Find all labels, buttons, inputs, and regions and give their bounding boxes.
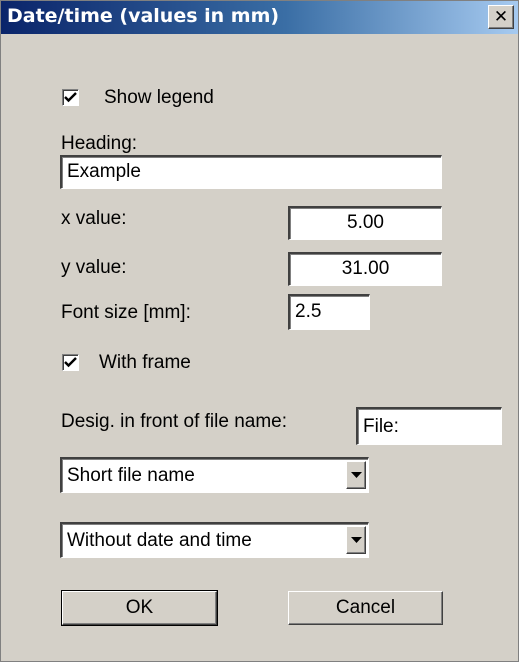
- date-time-select-value: Without date and time: [67, 530, 252, 551]
- title-bar[interactable]: Date/time (values in mm) ✕: [1, 1, 518, 34]
- date-time-dropdown-button[interactable]: [346, 526, 366, 554]
- cancel-button[interactable]: Cancel: [288, 591, 443, 625]
- y-value-label: y value:: [61, 257, 127, 278]
- designation-label: Desig. in front of file name:: [61, 411, 287, 432]
- x-value-label: x value:: [61, 208, 127, 229]
- show-legend-checkbox[interactable]: [62, 89, 79, 106]
- date-time-select[interactable]: Without date and time: [60, 522, 369, 558]
- with-frame-checkbox[interactable]: [62, 354, 79, 371]
- ok-button[interactable]: OK: [61, 590, 218, 626]
- with-frame-label[interactable]: With frame: [99, 352, 191, 374]
- x-value-input[interactable]: 5.00: [288, 206, 442, 240]
- close-icon: ✕: [493, 6, 509, 27]
- file-name-dropdown-button[interactable]: [346, 461, 366, 489]
- window-title: Date/time (values in mm): [7, 5, 280, 27]
- chevron-down-icon: [350, 537, 362, 543]
- heading-label: Heading:: [61, 133, 138, 154]
- checkmark-icon: [64, 357, 77, 368]
- y-value-input[interactable]: 31.00: [288, 252, 442, 286]
- designation-input[interactable]: File:: [356, 407, 502, 445]
- show-legend-label[interactable]: Show legend: [104, 87, 214, 109]
- heading-input[interactable]: Example: [60, 155, 442, 189]
- checkmark-icon: [64, 92, 77, 103]
- dialog-window: Date/time (values in mm) ✕ Show legend H…: [0, 0, 519, 662]
- chevron-down-icon: [350, 472, 362, 478]
- font-size-input[interactable]: 2.5: [288, 294, 370, 330]
- file-name-select[interactable]: Short file name: [60, 457, 369, 493]
- font-size-label: Font size [mm]:: [61, 302, 191, 323]
- close-button[interactable]: ✕: [488, 5, 514, 29]
- file-name-select-value: Short file name: [67, 465, 195, 486]
